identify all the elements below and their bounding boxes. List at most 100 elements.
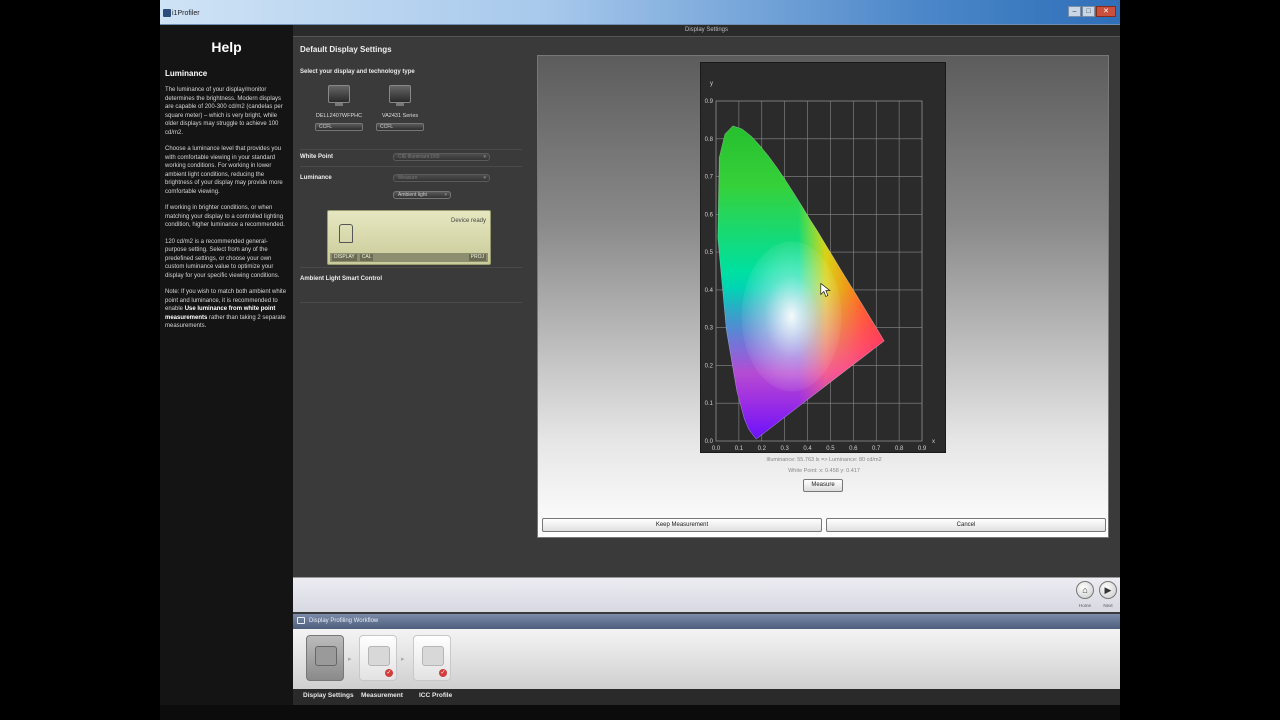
mode-proj: PROJ	[468, 254, 486, 261]
y-tick-label: 0.6	[705, 212, 714, 218]
app-icon	[163, 9, 171, 17]
home-icon[interactable]: ⌂	[1076, 581, 1094, 599]
chevron-down-icon: ▾	[483, 154, 486, 160]
mode-cal: CAL	[359, 254, 374, 261]
cancel-button[interactable]: Cancel	[826, 518, 1106, 532]
chevron-down-icon: ▾	[444, 192, 447, 198]
measurement-preview: 0.0 0.1 0.2 0.3 0.4 0.5 0.6 0.7 0.8 0.9 0.0 0.1 0.2 0…	[537, 55, 1109, 538]
measurement-icon	[368, 646, 390, 666]
help-panel: Help Luminance The luminance of your dis…	[160, 25, 293, 705]
play-icon[interactable]: ▶	[1099, 581, 1117, 599]
display-option[interactable]: DELL2407WFPHC CCFL	[311, 85, 367, 131]
help-paragraph: The luminance of your display/monitor de…	[165, 87, 283, 136]
monitor-icon	[389, 85, 411, 106]
white-region	[741, 241, 842, 392]
y-tick-label: 0.2	[705, 363, 714, 369]
luminance-value: Measure	[398, 175, 418, 181]
x-tick-label: 0.8	[895, 446, 904, 452]
measure-button[interactable]: Measure	[803, 479, 843, 492]
luminance-select[interactable]: Measure ▾	[393, 174, 490, 182]
help-paragraph: Choose a luminance level that provides y…	[165, 146, 283, 195]
divider	[300, 149, 522, 150]
x-tick-label: 0.5	[826, 446, 835, 452]
x-tick-label: 0.2	[758, 446, 767, 452]
ambient-control-label: Ambient Light Smart Control	[300, 276, 382, 282]
help-section-title: Luminance	[165, 69, 208, 78]
step-arrow-icon: ▸	[348, 656, 352, 663]
illuminance-readout: Illuminance: 55.763 lx => Luminance: 80 …	[766, 457, 882, 463]
chromaticity-chart: 0.0 0.1 0.2 0.3 0.4 0.5 0.6 0.7 0.8 0.9 0.0 0.1 0.2 0…	[700, 62, 946, 453]
x-axis-label: x	[932, 439, 935, 445]
mode-display: DISPLAY	[332, 254, 357, 261]
next-label: Next	[1103, 603, 1113, 608]
header-title: Display Settings	[684, 27, 729, 33]
incomplete-icon: ✓	[439, 669, 447, 677]
help-title: Help	[211, 39, 242, 55]
step-arrow-icon: ▸	[401, 656, 405, 663]
chromaticity-svg: 0.0 0.1 0.2 0.3 0.4 0.5 0.6 0.7 0.8 0.9 0.0 0.1 0.2 0…	[705, 81, 935, 452]
step-label[interactable]: ICC Profile	[419, 692, 452, 699]
display-name: VA2431 Series	[381, 113, 419, 119]
home-label: Home	[1078, 603, 1091, 608]
y-tick-label: 0.0	[705, 439, 714, 445]
x-tick-label: 0.4	[803, 446, 812, 452]
white-point-label: White Point	[300, 154, 333, 160]
y-tick-label: 0.3	[705, 326, 714, 332]
x-tick-label: 0.1	[735, 446, 744, 452]
white-point-value: CIE Illuminant D65	[398, 154, 440, 160]
incomplete-icon: ✓	[385, 669, 393, 677]
help-paragraph: If working in brighter conditions, or wh…	[165, 205, 285, 228]
keep-measurement-button[interactable]: Keep Measurement	[542, 518, 822, 532]
display-name: DELL2407WFPHC	[315, 113, 363, 119]
divider	[300, 302, 522, 303]
step-label[interactable]: Measurement	[361, 692, 403, 699]
technology-select[interactable]: CCFL	[376, 123, 424, 131]
divider	[300, 267, 522, 268]
device-status: Device ready	[450, 218, 486, 224]
x-tick-label: 0.3	[780, 446, 789, 452]
technology-select[interactable]: CCFL	[315, 123, 363, 131]
settings-panel: Default Display Settings Select your dis…	[293, 37, 537, 577]
display-settings-icon	[315, 646, 337, 666]
step-display-settings[interactable]	[306, 635, 344, 681]
workflow-header: Display Profiling Workflow	[293, 614, 1120, 629]
y-tick-label: 0.4	[705, 288, 714, 294]
display-option[interactable]: VA2431 Series CCFL	[372, 85, 428, 131]
icc-profile-icon	[422, 646, 444, 666]
divider	[300, 166, 522, 167]
x-tick-label: 0.7	[872, 446, 881, 452]
step-label[interactable]: Display Settings	[303, 692, 354, 699]
workflow-step-labels: Display Settings Measurement ICC Profile	[293, 689, 1120, 705]
i1profiler-window: i1Profiler – □ ✕ Help Luminance The lumi…	[160, 0, 1120, 720]
device-mode-bar: DISPLAY CAL PROJ	[330, 253, 488, 262]
chevron-down-icon: ▾	[483, 175, 486, 181]
white-point-select[interactable]: CIE Illuminant D65 ▾	[393, 153, 490, 161]
x-tick-label: 0.0	[712, 446, 721, 452]
title-bar: i1Profiler – □ ✕	[160, 0, 1120, 25]
y-axis-label: y	[710, 81, 713, 87]
step-icc-profile[interactable]: ✓	[413, 635, 451, 681]
window-title: i1Profiler	[172, 10, 200, 17]
monitor-icon	[297, 617, 305, 624]
x-tick-label: 0.6	[849, 446, 858, 452]
device-status-panel: Device ready DISPLAY CAL PROJ	[327, 210, 491, 265]
monitor-icon	[328, 85, 350, 106]
step-measurement[interactable]: ✓	[359, 635, 397, 681]
y-tick-label: 0.9	[705, 99, 714, 105]
display-select-label: Select your display and technology type	[300, 69, 415, 75]
ambient-light-button[interactable]: Ambient light ▾	[393, 191, 451, 199]
help-paragraph: 120 cd/m2 is a recommended general-purpo…	[165, 238, 280, 279]
y-tick-label: 0.5	[705, 250, 714, 256]
workflow-steps: ▸ ✓ ▸ ✓	[293, 629, 1120, 689]
minimize-button[interactable]: –	[1068, 6, 1081, 17]
maximize-button[interactable]: □	[1082, 6, 1095, 17]
settings-title: Default Display Settings	[300, 45, 392, 54]
device-icon	[339, 224, 353, 243]
header-strip: Display Settings	[293, 25, 1120, 37]
close-button[interactable]: ✕	[1096, 6, 1116, 17]
y-tick-label: 0.1	[705, 401, 714, 407]
navigation-bar: ⌂ Home ▶ Next	[293, 577, 1120, 612]
luminance-label: Luminance	[300, 175, 332, 181]
help-note: Note: If you wish to match both ambient …	[165, 289, 287, 329]
ambient-light-value: Ambient light	[398, 192, 427, 198]
